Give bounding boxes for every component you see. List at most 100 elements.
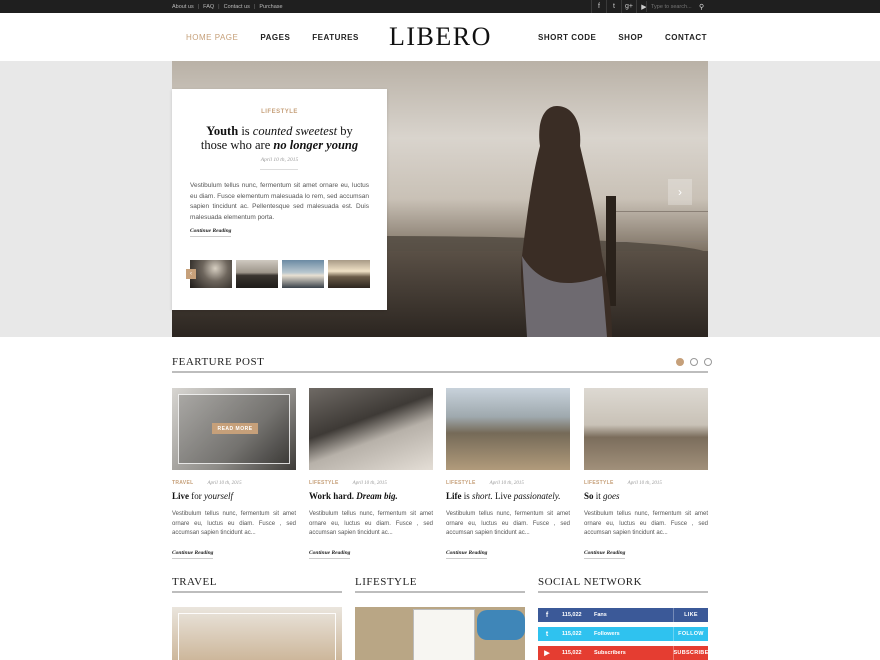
hero-date: April 10 th, 2015 [260,157,299,163]
top-social-icons: f t g+ ▶ [591,0,651,13]
post-title-part: Work hard. [309,491,355,501]
pagination-dot-active[interactable] [676,358,684,366]
post-date: April 10 th, 2015 [207,480,242,486]
twitter-social-row[interactable]: t 115,022 Followers FOLLOW [538,627,708,641]
fence-wire [612,211,708,212]
youtube-social-row[interactable]: ▶ 115,022 Subscribers SUBSCRIBE [538,646,708,660]
facebook-like-button[interactable]: LIKE [673,608,708,622]
top-links: About us | FAQ | Contact us | Purchase [172,3,283,10]
post-title-part: Life [446,491,462,501]
post-date: April 10 th, 2015 [627,480,662,486]
top-search: ⚲ [646,1,709,12]
twitter-icon[interactable]: t [606,0,621,13]
social-section-title: SOCIAL NETWORK [538,576,643,588]
slider-thumbnail[interactable] [236,260,278,288]
hero-title-part: is [238,124,253,138]
post-title-part: yourself [204,491,233,501]
slider-thumbnail[interactable] [282,260,324,288]
post-continue-reading[interactable]: Continue Reading [309,550,351,559]
travel-section-title: TRAVEL [172,576,217,588]
top-link-contact[interactable]: Contact us [224,4,250,10]
post-title-part: Live [492,491,514,501]
slider-next-arrow[interactable]: › [668,179,692,205]
pagination-dot[interactable] [690,358,698,366]
thumbnails-prev-arrow[interactable]: ‹ [186,269,196,279]
site-header: HOME PAGE PAGES FEATURES LIBERO SHORT CO… [0,13,880,61]
post-continue-reading[interactable]: Continue Reading [446,550,488,559]
post-title-part: Dream big. [356,491,398,501]
nav-pages[interactable]: PAGES [260,33,290,42]
featured-section-title: FEARTURE POST [172,356,265,368]
post-title-part: So [584,491,594,501]
top-link-purchase[interactable]: Purchase [259,4,282,10]
featured-post-card: READ MORE TRAVEL April 10 th, 2015 Live f… [172,388,296,559]
post-title-part: goes [603,491,620,501]
search-input[interactable] [647,3,699,10]
hero-title-part: Youth [206,124,239,138]
travel-post-image[interactable] [172,607,342,660]
facebook-label: Fans [594,612,607,618]
hero-continue-reading[interactable]: Continue Reading [190,228,232,237]
post-title-part: is [461,491,473,501]
nav-shop[interactable]: SHOP [618,33,643,42]
facebook-icon[interactable]: f [591,0,606,13]
image-frame [178,613,336,660]
post-title[interactable]: Live for yourself [172,491,296,501]
top-link-faq[interactable]: FAQ [203,4,214,10]
post-image[interactable]: READ MORE [172,388,296,470]
post-category[interactable]: TRAVEL [172,480,193,486]
post-image[interactable] [584,388,708,470]
nav-home-page[interactable]: HOME PAGE [186,33,238,42]
post-category[interactable]: LIFESTYLE [584,480,614,486]
post-continue-reading[interactable]: Continue Reading [172,550,214,559]
featured-pagination [670,358,712,366]
post-continue-reading[interactable]: Continue Reading [584,550,626,559]
youtube-subscribe-button[interactable]: SUBSCRIBE [673,646,708,660]
post-excerpt: Vestibulum tellus nunc, fermentum sit am… [446,511,570,536]
twitter-count: 115,022 [562,631,582,637]
post-image[interactable] [446,388,570,470]
hero-category[interactable]: LIFESTYLE [172,109,387,115]
read-more-button[interactable]: READ MORE [212,423,258,434]
hero-excerpt: Vestibulum tellus nunc, fermentum sit am… [190,182,369,221]
nav-short-code[interactable]: SHORT CODE [538,33,596,42]
facebook-social-row[interactable]: f 115,022 Fans LIKE [538,608,708,622]
featured-post-card: LIFESTYLE April 10 th, 2015 So it goes Ve… [584,388,708,559]
slider-thumbnail[interactable] [190,260,232,288]
featured-post-card: LIFESTYLE April 10 th, 2015 Life is short… [446,388,570,559]
post-title[interactable]: Work hard. Dream big. [309,491,433,501]
post-title[interactable]: So it goes [584,491,708,501]
nav-contact[interactable]: CONTACT [665,33,707,42]
post-title-part: it [593,491,604,501]
lifestyle-post-image[interactable] [355,607,525,660]
featured-post-card: LIFESTYLE April 10 th, 2015 Work hard. Dr… [309,388,433,559]
hero-title[interactable]: Youth is counted sweetest by those who a… [192,124,367,152]
hero-title-part: counted sweetest [252,124,338,138]
twitter-label: Followers [594,631,620,637]
top-bar: About us | FAQ | Contact us | Purchase f t … [0,0,880,13]
google-plus-icon[interactable]: g+ [621,0,636,13]
post-image[interactable] [309,388,433,470]
nav-features[interactable]: FEATURES [312,33,359,42]
post-excerpt: Vestibulum tellus nunc, fermentum sit am… [172,511,296,536]
search-icon[interactable]: ⚲ [699,3,704,11]
hero-divider [260,169,298,170]
post-excerpt: Vestibulum tellus nunc, fermentum sit am… [309,511,433,536]
woman-silhouette [520,106,612,337]
post-category[interactable]: LIFESTYLE [309,480,339,486]
facebook-icon: f [545,611,549,619]
post-date: April 10 th, 2015 [489,480,524,486]
facebook-count: 115,022 [562,612,582,618]
travel-section-line [172,591,342,593]
slider-thumbnail[interactable] [328,260,370,288]
post-title[interactable]: Life is short. Live passionately. [446,491,570,501]
post-category[interactable]: LIFESTYLE [446,480,476,486]
post-date: April 10 th, 2015 [352,480,387,486]
top-link-about[interactable]: About us [172,4,194,10]
site-logo[interactable]: LIBERO [389,22,492,52]
twitter-follow-button[interactable]: FOLLOW [673,627,708,641]
post-title-part: short. [472,491,493,501]
palette-shape [477,610,525,640]
nav-left: HOME PAGE PAGES FEATURES [186,13,381,61]
pagination-dot[interactable] [704,358,712,366]
